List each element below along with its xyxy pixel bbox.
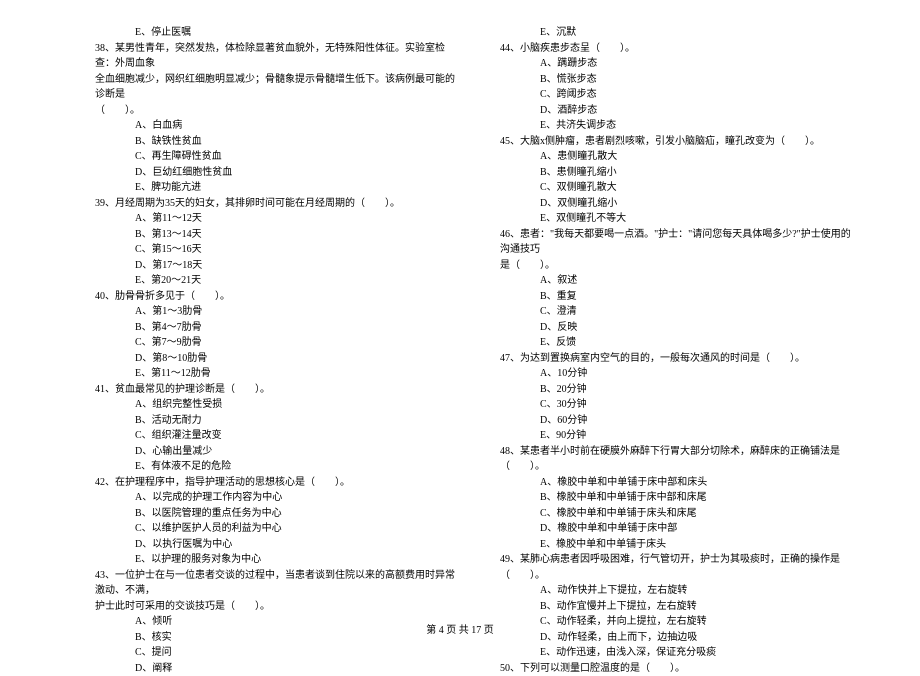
q48-option-e: E、橡胶中单和中单铺于床头	[500, 537, 860, 553]
left-column: E、停止医嘱 38、某男性青年，突然发热，体检除显著贫血貌外，无特殊阳性体征。实…	[95, 25, 455, 600]
q48-option-c: C、橡胶中单和中单铺于床头和床尾	[500, 506, 860, 522]
q49-stem: 49、某肺心病患者因呼吸困难，行气管切开，护士为其吸痰时，正确的操作是（ ）。	[500, 552, 860, 583]
q44-option-a: A、蹒跚步态	[500, 56, 860, 72]
q38-stem-cont: 全血细胞减少，网织红细胞明显减少；骨髓象提示骨髓增生低下。该病例最可能的诊断是	[95, 72, 455, 103]
q39-option-b: B、第13～14天	[95, 227, 455, 243]
q39-option-e: E、第20～21天	[95, 273, 455, 289]
q42-option-d: D、以执行医嘱为中心	[95, 537, 455, 553]
q50-stem: 50、下列可以测量口腔温度的是（ ）。	[500, 661, 860, 676]
q46-stem-cont: 是（ ）。	[500, 258, 860, 274]
q41-option-c: C、组织灌注量改变	[95, 428, 455, 444]
q44-option-e: E、共济失调步态	[500, 118, 860, 134]
q45-option-d: D、双侧瞳孔缩小	[500, 196, 860, 212]
q38-option-a: A、白血病	[95, 118, 455, 134]
q41-option-e: E、有体液不足的危险	[95, 459, 455, 475]
q38-option-e: E、脾功能亢进	[95, 180, 455, 196]
q40-option-c: C、第7～9肋骨	[95, 335, 455, 351]
q44-option-b: B、慌张步态	[500, 72, 860, 88]
q47-option-d: D、60分钟	[500, 413, 860, 429]
q48-stem: 48、某患者半小时前在硬膜外麻醉下行胃大部分切除术，麻醉床的正确铺法是（ ）。	[500, 444, 860, 475]
q47-stem: 47、为达到置换病室内空气的目的，一般每次通风的时间是（ ）。	[500, 351, 860, 367]
q44-stem: 44、小脑疾患步态呈（ ）。	[500, 41, 860, 57]
q43-stem-cont: 护士此时可采用的交谈技巧是（ ）。	[95, 599, 455, 615]
q41-stem: 41、贫血最常见的护理诊断是（ ）。	[95, 382, 455, 398]
q45-option-b: B、患侧瞳孔缩小	[500, 165, 860, 181]
q38-blank: （ ）。	[95, 103, 455, 119]
q40-stem: 40、肋骨骨折多见于（ ）。	[95, 289, 455, 305]
q38-option-d: D、巨幼红细胞性贫血	[95, 165, 455, 181]
q42-stem: 42、在护理程序中，指导护理活动的思想核心是（ ）。	[95, 475, 455, 491]
q48-option-d: D、橡胶中单和中单铺于床中部	[500, 521, 860, 537]
q42-option-b: B、以医院管理的重点任务为中心	[95, 506, 455, 522]
q41-option-b: B、活动无耐力	[95, 413, 455, 429]
q41-option-d: D、心输出量减少	[95, 444, 455, 460]
q38-stem: 38、某男性青年，突然发热，体检除显著贫血貌外，无特殊阳性体征。实验室检查：外周…	[95, 41, 455, 72]
q40-option-a: A、第1～3肋骨	[95, 304, 455, 320]
q39-stem: 39、月经周期为35天的妇女，其排卵时间可能在月经周期的（ ）。	[95, 196, 455, 212]
q38-option-b: B、缺铁性贫血	[95, 134, 455, 150]
q43-option-d: D、阐释	[95, 661, 455, 676]
q39-option-d: D、第17～18天	[95, 258, 455, 274]
q47-option-a: A、10分钟	[500, 366, 860, 382]
q42-option-a: A、以完成的护理工作内容为中心	[95, 490, 455, 506]
page-footer: 第 4 页 共 17 页	[0, 621, 920, 636]
q43-option-c: C、提问	[95, 645, 455, 661]
q40-option-e: E、第11～12肋骨	[95, 366, 455, 382]
q47-option-b: B、20分钟	[500, 382, 860, 398]
q37-option-e: E、停止医嘱	[95, 25, 455, 41]
q43-option-e: E、沉默	[500, 25, 860, 41]
q40-option-b: B、第4～7肋骨	[95, 320, 455, 336]
q43-stem: 43、一位护士在与一位患者交谈的过程中，当患者谈到住院以来的高额费用时异常激动、…	[95, 568, 455, 599]
q48-option-a: A、橡胶中单和中单铺于床中部和床头	[500, 475, 860, 491]
q49-option-a: A、动作快并上下提拉，左右旋转	[500, 583, 860, 599]
q40-option-d: D、第8～10肋骨	[95, 351, 455, 367]
q46-option-b: B、重复	[500, 289, 860, 305]
content-columns: E、停止医嘱 38、某男性青年，突然发热，体检除显著贫血貌外，无特殊阳性体征。实…	[95, 25, 860, 600]
q44-option-d: D、酒醉步态	[500, 103, 860, 119]
q38-option-c: C、再生障碍性贫血	[95, 149, 455, 165]
q42-option-e: E、以护理的服务对象为中心	[95, 552, 455, 568]
q45-option-e: E、双侧瞳孔不等大	[500, 211, 860, 227]
q45-stem: 45、大脑x侧肿瘤，患者剧烈咳嗽，引发小脑脑疝，瞳孔改变为（ ）。	[500, 134, 860, 150]
q49-option-b: B、动作宜慢并上下提拉，左右旋转	[500, 599, 860, 615]
q49-option-e: E、动作迅速，由浅入深，保证充分吸痰	[500, 645, 860, 661]
q44-option-c: C、跨阈步态	[500, 87, 860, 103]
q48-option-b: B、橡胶中单和中单铺于床中部和床尾	[500, 490, 860, 506]
q39-option-c: C、第15～16天	[95, 242, 455, 258]
q46-option-d: D、反映	[500, 320, 860, 336]
q45-option-c: C、双侧瞳孔散大	[500, 180, 860, 196]
q46-option-e: E、反馈	[500, 335, 860, 351]
right-column: E、沉默 44、小脑疾患步态呈（ ）。 A、蹒跚步态 B、慌张步态 C、跨阈步态…	[500, 25, 860, 600]
q46-option-c: C、澄清	[500, 304, 860, 320]
q47-option-c: C、30分钟	[500, 397, 860, 413]
q46-option-a: A、叙述	[500, 273, 860, 289]
q39-option-a: A、第11～12天	[95, 211, 455, 227]
q45-option-a: A、患侧瞳孔散大	[500, 149, 860, 165]
q41-option-a: A、组织完整性受损	[95, 397, 455, 413]
q42-option-c: C、以维护医护人员的利益为中心	[95, 521, 455, 537]
q46-stem: 46、患者："我每天都要喝一点酒。"护士："请问您每天具体喝多少?"护士使用的沟…	[500, 227, 860, 258]
q47-option-e: E、90分钟	[500, 428, 860, 444]
